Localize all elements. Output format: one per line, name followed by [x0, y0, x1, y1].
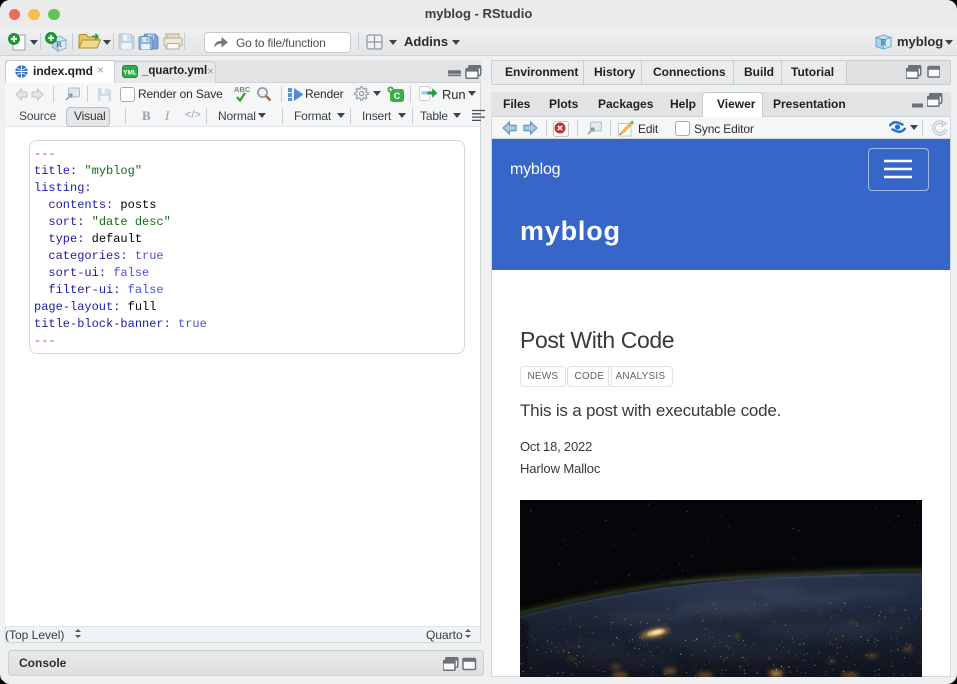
svg-text:C: C [394, 91, 401, 101]
svg-text:ABC: ABC [234, 85, 251, 94]
svg-text:YML: YML [123, 70, 137, 77]
svg-text:R: R [56, 40, 62, 49]
svg-text:R: R [880, 38, 887, 48]
